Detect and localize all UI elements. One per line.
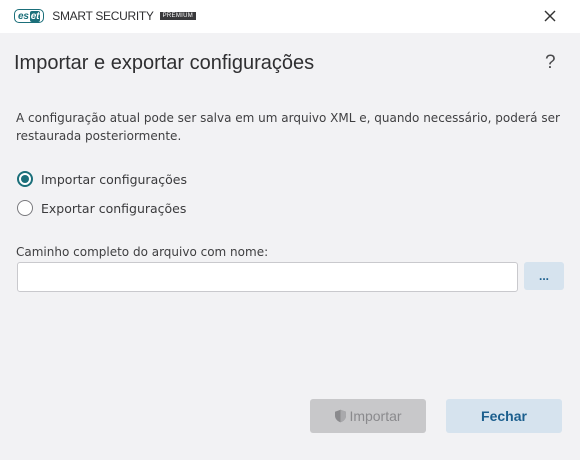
page-title: Importar e exportar configurações <box>14 52 315 74</box>
close-icon <box>544 10 556 22</box>
eset-logo-mark: es et <box>14 9 45 23</box>
logo-text-et: et <box>29 10 41 22</box>
import-button-label: Importar <box>349 408 402 424</box>
import-option-label: Importar configurações <box>41 171 187 187</box>
edition-badge: PREMIUM <box>159 12 197 20</box>
description-text: A configuração atual pode ser salva em u… <box>16 111 560 143</box>
import-button[interactable]: Importar <box>310 399 426 433</box>
export-radio[interactable] <box>17 200 33 216</box>
eset-logo: es et SMART SECURITY PREMIUM <box>14 9 197 23</box>
help-button[interactable]: ? <box>545 52 559 74</box>
logo-text-es: es <box>18 10 29 22</box>
shield-icon <box>335 409 347 423</box>
close-button[interactable]: Fechar <box>446 399 562 433</box>
file-path-input[interactable] <box>17 262 518 292</box>
export-option-label: Exportar configurações <box>41 200 187 216</box>
title-bar: es et SMART SECURITY PREMIUM <box>0 0 580 33</box>
path-field-label: Caminho completo do arquivo com nome: <box>16 245 269 259</box>
browse-button[interactable]: ... <box>524 262 564 290</box>
product-name: SMART SECURITY <box>52 9 154 23</box>
export-option[interactable]: Exportar configurações <box>17 199 186 217</box>
import-option[interactable]: Importar configurações <box>17 170 187 188</box>
import-radio[interactable] <box>17 171 33 187</box>
close-window-button[interactable] <box>542 8 558 24</box>
